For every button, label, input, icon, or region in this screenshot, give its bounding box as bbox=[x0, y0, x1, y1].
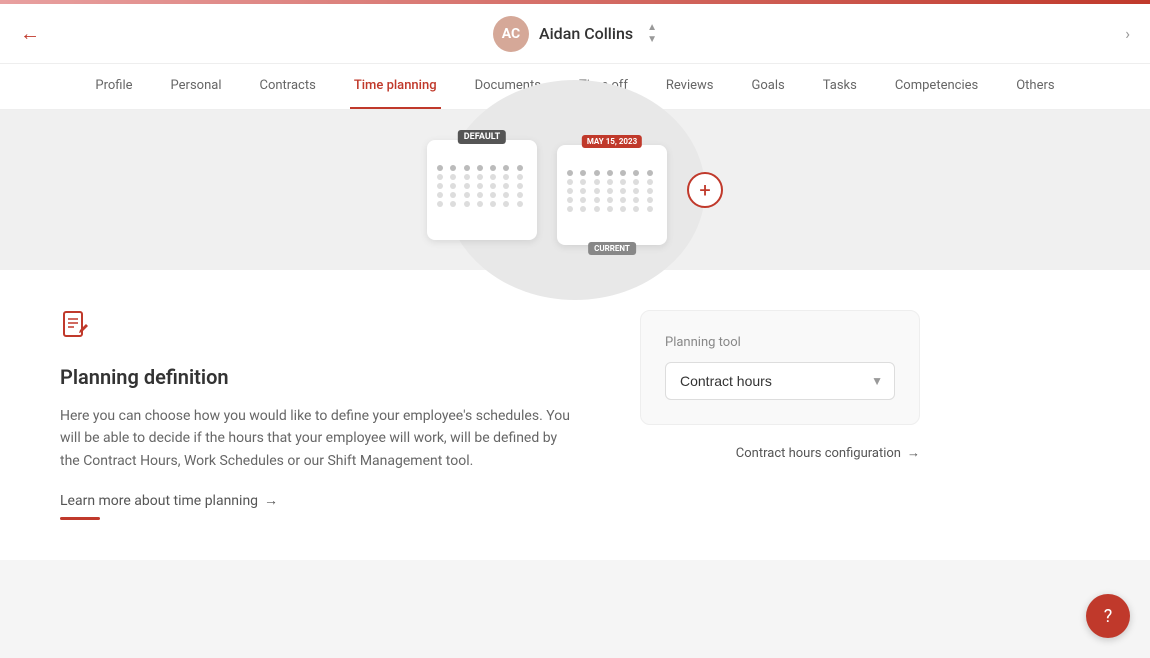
current-calendar-card[interactable]: MAY 15, 2023 bbox=[557, 145, 667, 245]
tab-reviews[interactable]: Reviews bbox=[662, 64, 718, 109]
tool-select[interactable]: Contract hours Work schedules Shift mana… bbox=[665, 362, 895, 400]
calendar-dots-current bbox=[567, 170, 657, 212]
planning-description: Here you can choose how you would like t… bbox=[60, 405, 580, 472]
default-calendar-card[interactable]: DEFAULT bbox=[427, 140, 537, 240]
tab-profile[interactable]: Profile bbox=[91, 64, 136, 109]
tab-time-planning[interactable]: Time planning bbox=[350, 64, 441, 109]
user-nav-arrows[interactable]: ▲ ▼ bbox=[647, 22, 657, 45]
avatar: AC bbox=[493, 16, 529, 52]
calendar-section: DEFAULT bbox=[0, 110, 1150, 270]
planning-tool-section: Planning tool Contract hours Work schedu… bbox=[640, 310, 920, 520]
planning-tool-card: Planning tool Contract hours Work schedu… bbox=[640, 310, 920, 425]
user-info: AC Aidan Collins ▲ ▼ bbox=[493, 16, 657, 52]
tab-competencies[interactable]: Competencies bbox=[891, 64, 982, 109]
planning-title: Planning definition bbox=[60, 365, 580, 389]
tool-select-wrapper[interactable]: Contract hours Work schedules Shift mana… bbox=[665, 362, 895, 400]
header: ← AC Aidan Collins ▲ ▼ › bbox=[0, 4, 1150, 64]
support-button[interactable]: ? bbox=[1086, 594, 1130, 638]
learn-more-arrow: → bbox=[264, 492, 278, 509]
support-icon: ? bbox=[1104, 606, 1113, 627]
tab-others[interactable]: Others bbox=[1012, 64, 1058, 109]
planning-icon bbox=[60, 310, 580, 349]
learn-more-link[interactable]: Learn more about time planning → bbox=[60, 492, 580, 509]
planning-definition-section: Planning definition Here you can choose … bbox=[60, 310, 580, 520]
user-name: Aidan Collins bbox=[539, 24, 633, 43]
config-link-arrow-icon: → bbox=[907, 445, 920, 461]
back-button[interactable]: ← bbox=[20, 21, 40, 46]
config-link[interactable]: Contract hours configuration → bbox=[640, 445, 920, 461]
next-employee-button[interactable]: › bbox=[1125, 24, 1130, 43]
calendar-dots-default bbox=[437, 165, 527, 207]
default-tag: DEFAULT bbox=[458, 130, 506, 144]
learn-more-label: Learn more about time planning bbox=[60, 493, 258, 509]
tab-contracts[interactable]: Contracts bbox=[256, 64, 320, 109]
main-content: Planning definition Here you can choose … bbox=[0, 270, 1150, 560]
underline-bar bbox=[60, 517, 100, 520]
tab-personal[interactable]: Personal bbox=[167, 64, 226, 109]
tab-goals[interactable]: Goals bbox=[748, 64, 789, 109]
config-link-label: Contract hours configuration bbox=[736, 446, 901, 461]
date-tag: MAY 15, 2023 bbox=[582, 135, 642, 148]
tab-tasks[interactable]: Tasks bbox=[819, 64, 861, 109]
current-tag: CURRENT bbox=[588, 242, 636, 255]
add-calendar-button[interactable]: + bbox=[687, 172, 723, 208]
plus-icon: + bbox=[699, 178, 710, 202]
tool-label: Planning tool bbox=[665, 335, 895, 350]
